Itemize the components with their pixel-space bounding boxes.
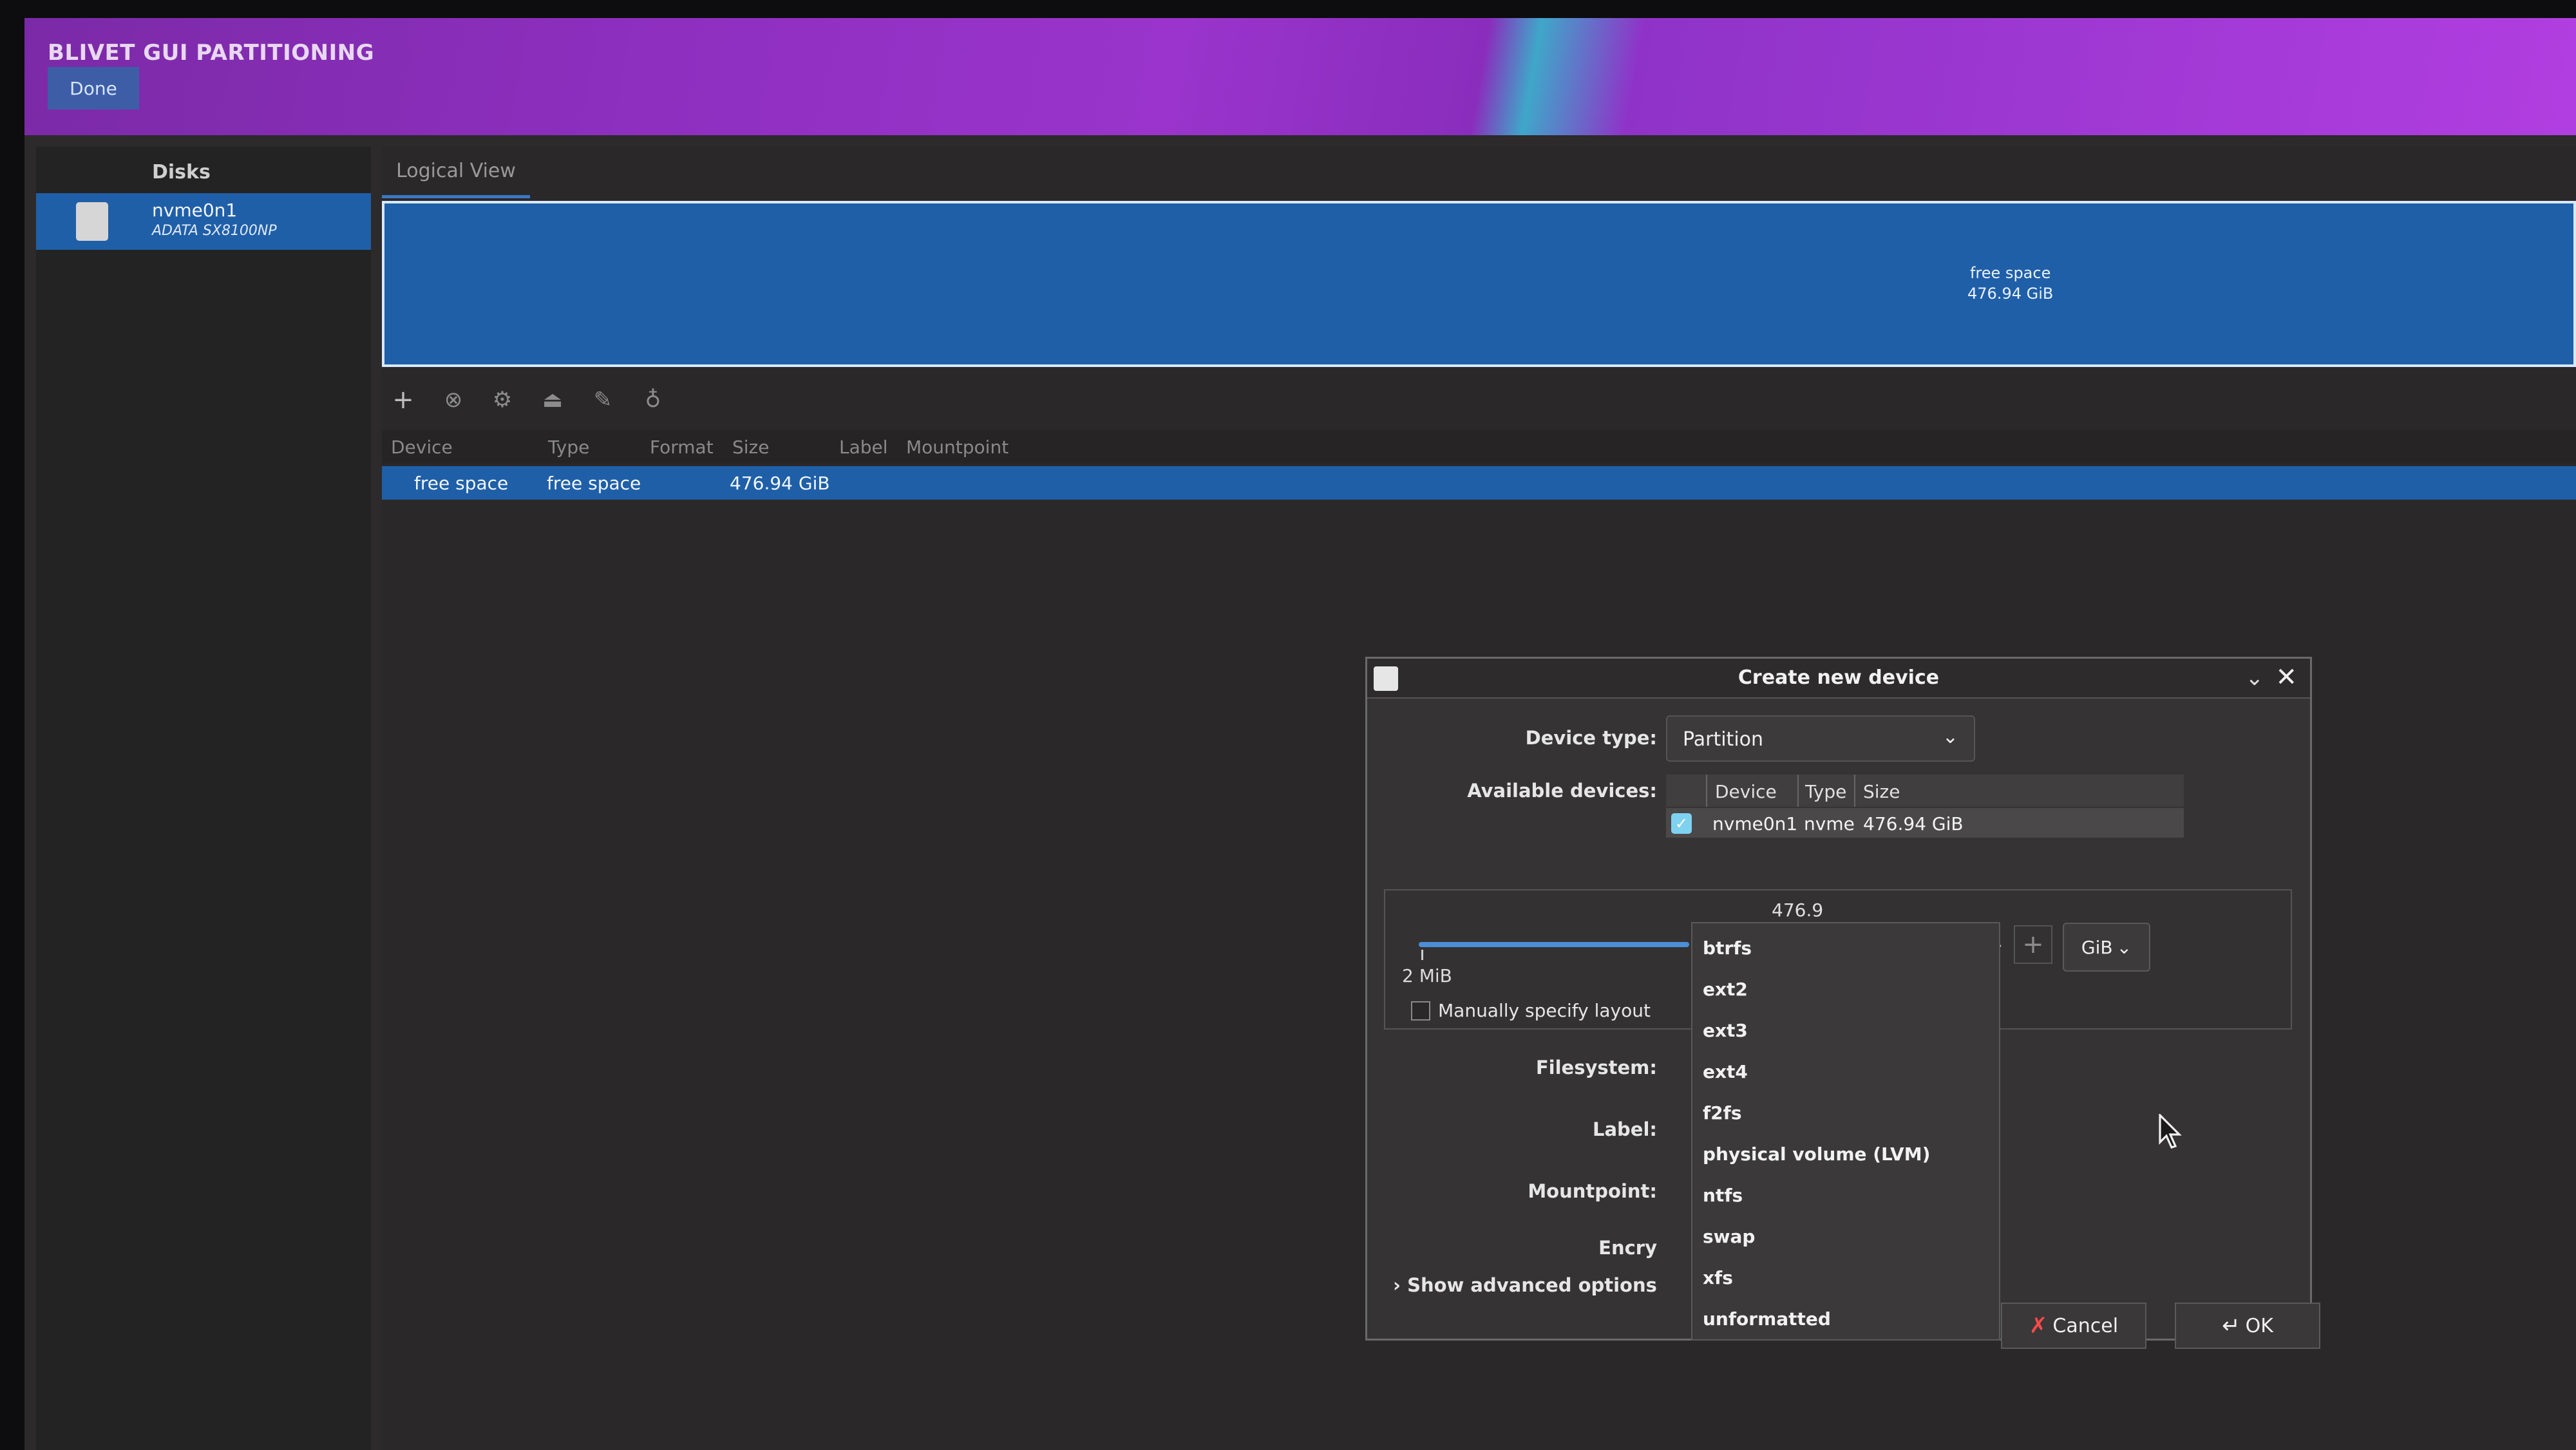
free-space-label: free space 476.94 GiB	[1967, 263, 2053, 304]
disks-panel: Disks nvme0n1 ADATA SX8100NP	[36, 147, 371, 1450]
settings-icon[interactable]: ⚙	[485, 382, 520, 417]
device-type-select[interactable]: Partition ⌄	[1666, 715, 1975, 762]
app-header: BLIVET GUI PARTITIONING Done	[24, 18, 2576, 135]
row-size: 476.94 GiB	[730, 473, 830, 494]
column-mountpoint[interactable]: Mountpoint	[906, 437, 1009, 458]
avail-size: 476.94 GiB	[1863, 813, 1964, 834]
fs-option-ext2[interactable]: ext2	[1703, 979, 1748, 1000]
filesystem-label: Filesystem:	[1535, 1057, 1657, 1078]
available-devices-header: Device Type Size	[1666, 775, 2184, 807]
dialog-title: Create new device	[1738, 666, 1940, 689]
encrypt-label: Encry	[1598, 1237, 1657, 1259]
column-size[interactable]: Size	[732, 437, 769, 458]
ok-label: OK	[2245, 1314, 2273, 1337]
chevron-right-icon: ›	[1393, 1274, 1401, 1296]
fs-option-btrfs[interactable]: btrfs	[1703, 937, 1752, 959]
disk-item-nvme0n1[interactable]: nvme0n1 ADATA SX8100NP	[36, 193, 371, 250]
mountpoint-label: Mountpoint:	[1528, 1180, 1657, 1202]
slider-tick	[1421, 950, 1423, 960]
fs-option-ext3[interactable]: ext3	[1703, 1020, 1748, 1041]
fs-option-f2fs[interactable]: f2fs	[1703, 1102, 1742, 1124]
label-field-label: Label:	[1592, 1118, 1657, 1140]
disks-title: Disks	[152, 161, 211, 184]
disk-name: nvme0n1	[152, 200, 238, 221]
manual-layout-checkbox[interactable]	[1411, 1001, 1430, 1021]
avail-col-type[interactable]: Type	[1805, 781, 1846, 802]
app-title: BLIVET GUI PARTITIONING	[48, 40, 375, 66]
unit-value: GiB	[2081, 936, 2113, 958]
size-min-value: 2 MiB	[1402, 965, 1452, 986]
done-button[interactable]: Done	[48, 67, 139, 109]
column-format[interactable]: Format	[650, 437, 714, 458]
fs-option-ext4[interactable]: ext4	[1703, 1061, 1748, 1082]
fs-option-unformatted[interactable]: unformatted	[1703, 1308, 1831, 1330]
delete-icon[interactable]: ⊗	[436, 382, 471, 417]
free-space-size: 476.94 GiB	[1967, 285, 2054, 303]
avail-col-size[interactable]: Size	[1863, 781, 1900, 802]
fs-option-ntfs[interactable]: ntfs	[1703, 1185, 1743, 1206]
unmount-icon[interactable]: ⏏	[535, 382, 570, 417]
avail-type: nvme	[1804, 813, 1855, 834]
close-icon[interactable]: ✕	[2275, 663, 2297, 692]
add-icon[interactable]: +	[386, 382, 421, 417]
chevron-down-icon: ⌄	[1942, 726, 1958, 748]
mouse-cursor-icon	[2159, 1114, 2182, 1149]
edit-icon[interactable]: ✎	[585, 382, 620, 417]
free-space-block[interactable]: free space 476.94 GiB	[382, 201, 2576, 367]
filesystem-dropdown: btrfs ext2 ext3 ext4 f2fs physical volum…	[1691, 922, 2000, 1341]
dialog-titlebar[interactable]: Create new device ⌄ ✕	[1367, 659, 2310, 699]
avail-col-device[interactable]: Device	[1715, 781, 1777, 802]
ok-button[interactable]: ↵ OK	[2175, 1303, 2320, 1349]
tab-logical-view[interactable]: Logical View	[382, 147, 530, 198]
available-device-row[interactable]: ✓ nvme0n1 nvme 476.94 GiB	[1666, 808, 2184, 838]
device-type-label: Device type:	[1525, 727, 1657, 749]
cancel-icon: ✗	[2029, 1313, 2048, 1339]
table-header: Device Type Format Size Label Mountpoint	[382, 430, 2576, 464]
row-device: free space	[414, 473, 509, 494]
cancel-label: Cancel	[2052, 1314, 2119, 1337]
cancel-button[interactable]: ✗ Cancel	[2001, 1303, 2146, 1349]
disk-model: ADATA SX8100NP	[152, 223, 277, 239]
column-label[interactable]: Label	[839, 437, 888, 458]
avail-device: nvme0n1	[1712, 813, 1798, 834]
free-space-name: free space	[1969, 264, 2051, 282]
fs-option-xfs[interactable]: xfs	[1703, 1267, 1733, 1288]
unit-select[interactable]: GiB ⌄	[2063, 923, 2150, 972]
disk-icon	[76, 202, 108, 241]
advanced-options-label: Show advanced options	[1407, 1274, 1657, 1296]
minimize-icon[interactable]: ⌄	[2246, 665, 2264, 691]
column-device[interactable]: Device	[391, 437, 453, 458]
device-type-value: Partition	[1683, 728, 1764, 751]
device-checkbox[interactable]: ✓	[1671, 813, 1692, 834]
chevron-down-icon: ⌄	[2116, 936, 2132, 958]
table-row[interactable]: free space free space 476.94 GiB	[382, 466, 2576, 500]
available-devices-label: Available devices:	[1467, 780, 1657, 802]
column-type[interactable]: Type	[548, 437, 589, 458]
info-icon[interactable]: ♁	[636, 382, 670, 417]
size-slider[interactable]	[1419, 942, 1689, 947]
size-max-value: 476.9	[1772, 899, 1824, 921]
enter-icon: ↵	[2222, 1313, 2240, 1339]
fs-option-lvm[interactable]: physical volume (LVM)	[1703, 1144, 1930, 1165]
advanced-options-toggle[interactable]: › Show advanced options	[1393, 1274, 1657, 1296]
toolbar: + ⊗ ⚙ ⏏ ✎ ♁	[382, 373, 2576, 425]
available-devices-table: Device Type Size ✓ nvme0n1 nvme 476.94 G…	[1666, 775, 2184, 838]
fs-option-swap[interactable]: swap	[1703, 1226, 1755, 1247]
row-type: free space	[547, 473, 641, 494]
size-increase-button[interactable]: +	[2014, 925, 2052, 964]
manual-layout-label: Manually specify layout	[1438, 1000, 1651, 1021]
